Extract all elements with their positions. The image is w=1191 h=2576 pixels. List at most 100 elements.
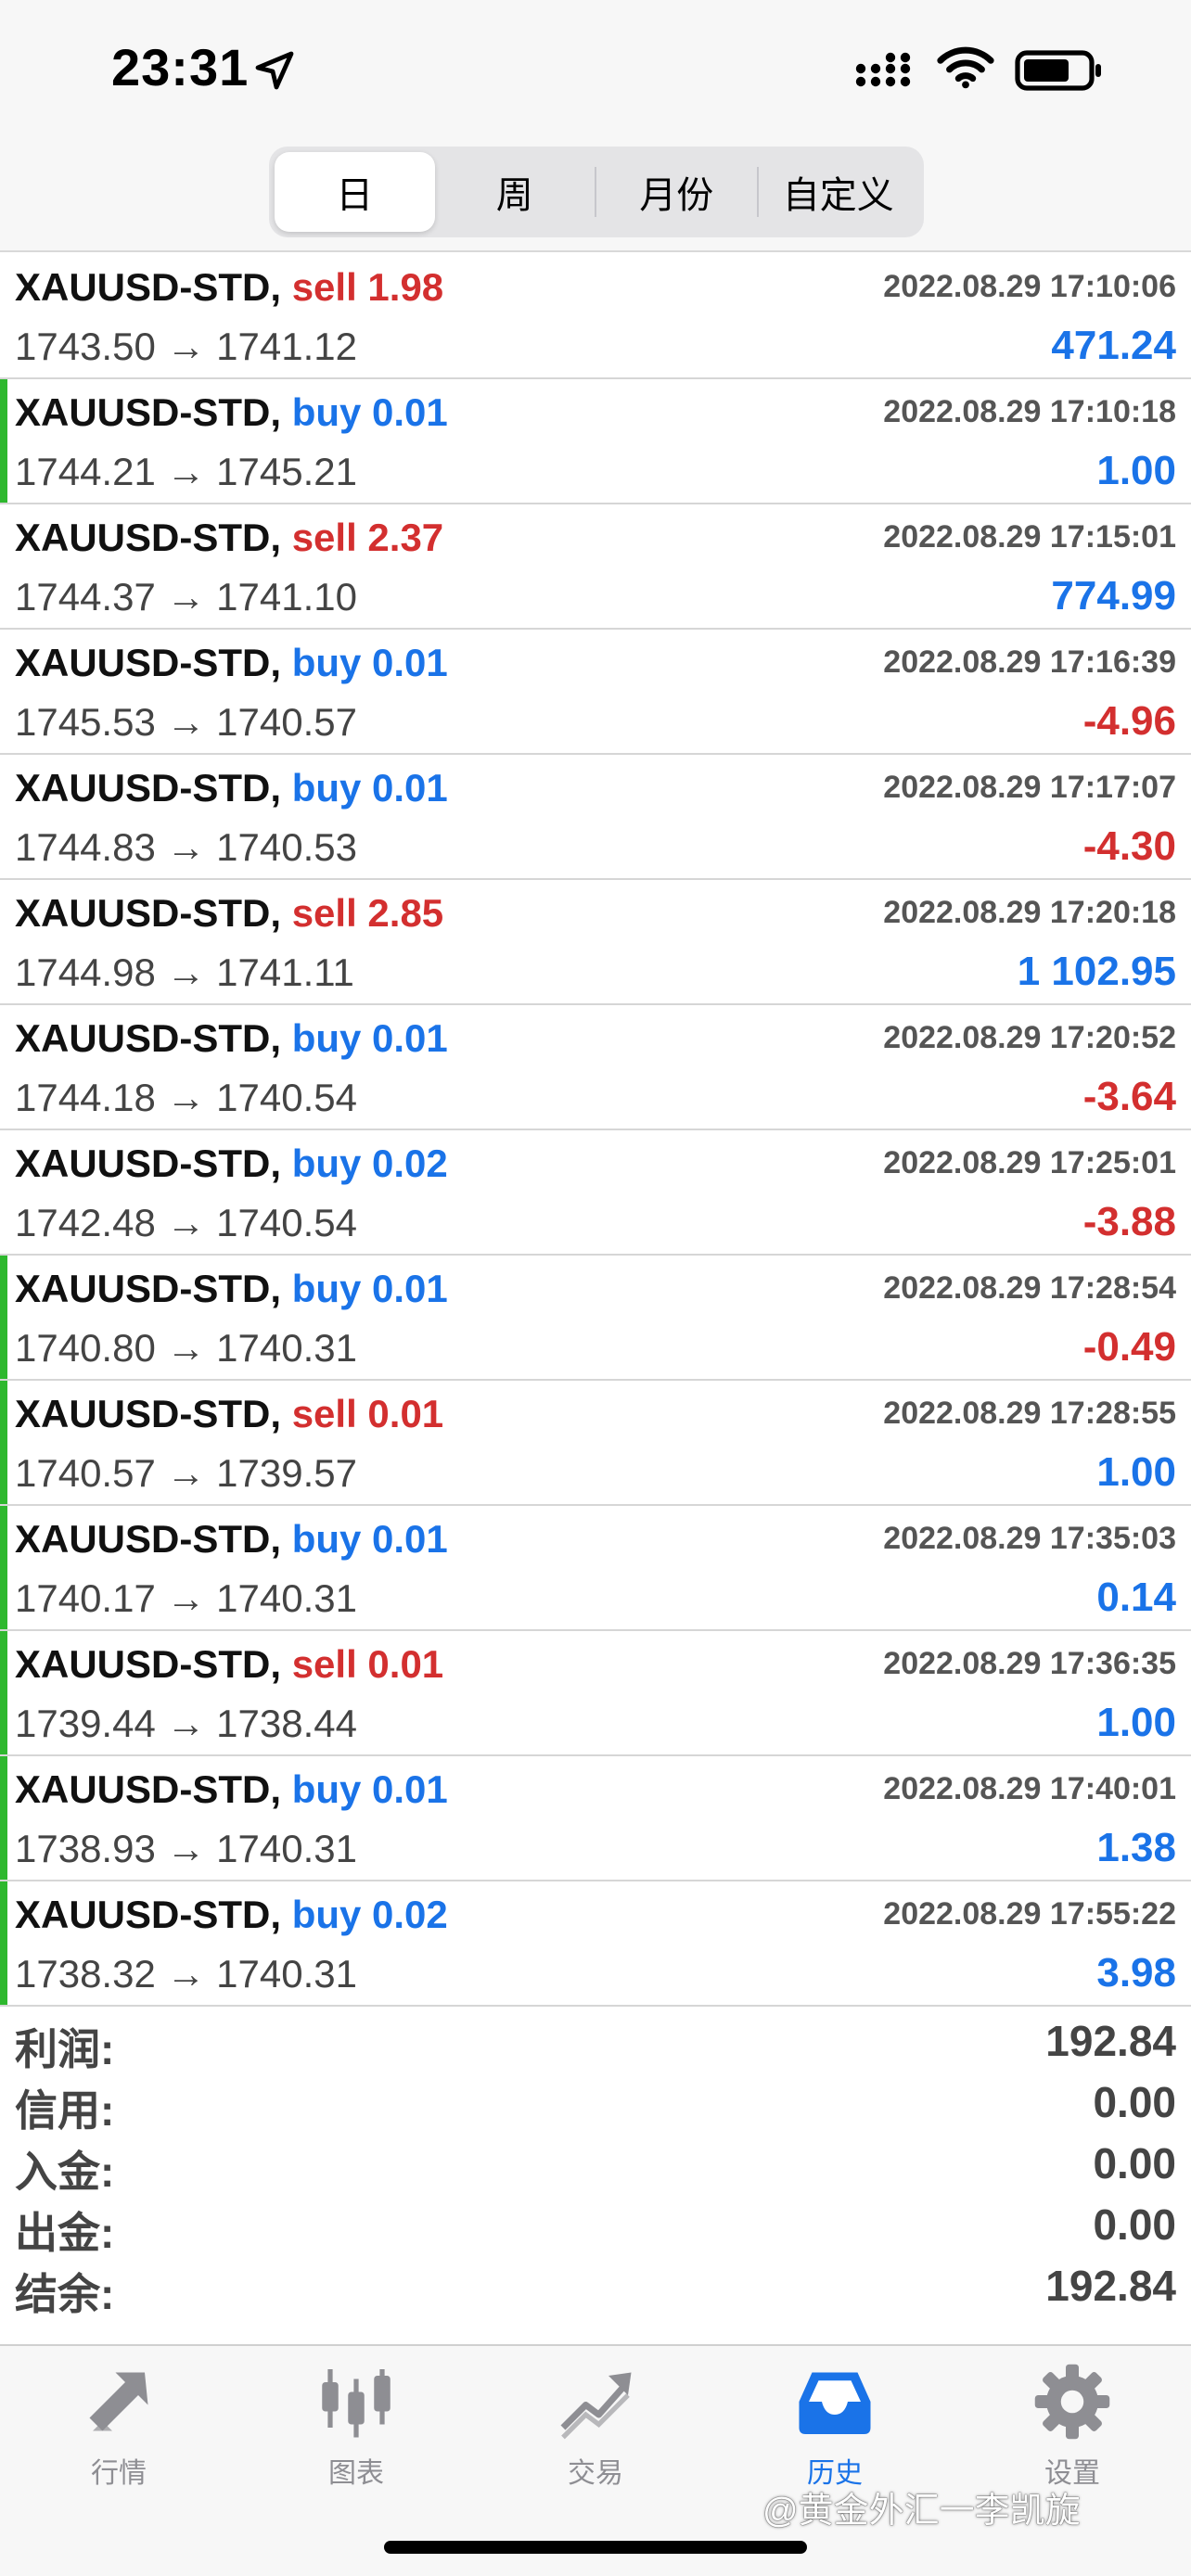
deal-time: 2022.08.29 17:36:35	[883, 1646, 1176, 1681]
deal-time: 2022.08.29 17:55:22	[883, 1896, 1176, 1932]
deal-prices: 1744.98 → 1741.11	[15, 950, 354, 994]
deal-profit: 774.99	[1051, 573, 1176, 618]
tab-quotes[interactable]: 行情	[45, 2363, 193, 2511]
tab-label: 交易	[568, 2458, 623, 2489]
deal-side: buy	[291, 390, 362, 434]
history-inbox-icon	[799, 2372, 871, 2434]
deal-row[interactable]: XAUUSD-STD, sell 0.01 2022.08.29 17:28:55…	[0, 1381, 1191, 1506]
deal-row[interactable]: XAUUSD-STD, sell 1.98 2022.08.29 17:10:06…	[0, 254, 1191, 379]
deal-symbol: XAUUSD-STD,	[15, 891, 282, 935]
summary-value: 0.00	[1093, 2139, 1176, 2187]
deal-title: XAUUSD-STD, buy 0.02	[15, 1141, 448, 1186]
deal-row[interactable]: XAUUSD-STD, sell 2.37 2022.08.29 17:15:01…	[0, 504, 1191, 630]
deal-prices: 1744.21 → 1745.21	[15, 450, 357, 493]
deal-time: 2022.08.29 17:16:39	[883, 644, 1176, 680]
summary-row-balance: 结余: 192.84	[0, 2253, 1191, 2318]
deal-row[interactable]: XAUUSD-STD, buy 0.01 2022.08.29 17:20:52 1…	[0, 1005, 1191, 1130]
deal-side: buy	[291, 1767, 362, 1811]
summary-value: 192.84	[1045, 2262, 1176, 2310]
active-marker-bar	[0, 1256, 7, 1379]
deal-title: XAUUSD-STD, buy 0.01	[15, 1267, 448, 1311]
summary-label: 结余:	[15, 2270, 115, 2318]
deal-time: 2022.08.29 17:10:06	[883, 269, 1176, 304]
deal-history-list: XAUUSD-STD, sell 1.98 2022.08.29 17:10:06…	[0, 254, 1191, 2007]
deal-side: buy	[291, 1267, 362, 1310]
deal-profit: -4.96	[1082, 698, 1176, 744]
deal-volume: 2.37	[367, 516, 444, 559]
deal-row[interactable]: XAUUSD-STD, sell 2.85 2022.08.29 17:20:18…	[0, 880, 1191, 1005]
deal-row[interactable]: XAUUSD-STD, buy 0.01 2022.08.29 17:10:18 1…	[0, 379, 1191, 504]
active-marker-bar	[0, 1506, 7, 1629]
active-marker-bar	[0, 379, 7, 503]
deal-title: XAUUSD-STD, sell 2.85	[15, 891, 443, 936]
deal-symbol: XAUUSD-STD,	[15, 1267, 282, 1310]
summary-row-deposit: 入金: 0.00	[0, 2131, 1191, 2196]
deal-time: 2022.08.29 17:25:01	[883, 1145, 1176, 1180]
wifi-icon	[937, 46, 994, 89]
deal-row[interactable]: XAUUSD-STD, buy 0.02 2022.08.29 17:25:01 1…	[0, 1130, 1191, 1256]
deal-side: buy	[291, 641, 362, 684]
status-bar: 23:31	[0, 0, 1191, 139]
deal-title: XAUUSD-STD, sell 1.98	[15, 265, 443, 310]
tab-chart[interactable]: 图表	[282, 2363, 430, 2511]
deal-symbol: XAUUSD-STD,	[15, 1141, 282, 1185]
period-selector-bar: 日 周 月份 自定义	[0, 139, 1191, 252]
cellular-signal-icon	[855, 52, 911, 87]
deal-side: buy	[291, 1517, 362, 1561]
deal-title: XAUUSD-STD, sell 0.01	[15, 1642, 443, 1687]
deal-title: XAUUSD-STD, buy 0.01	[15, 1767, 448, 1812]
period-tab-week[interactable]: 周	[435, 152, 596, 232]
deal-side: buy	[291, 1016, 362, 1060]
status-time: 23:31	[111, 38, 250, 96]
active-marker-bar	[0, 1381, 7, 1504]
deal-side: sell	[291, 1642, 357, 1686]
deal-volume: 0.01	[372, 390, 448, 434]
deal-profit: 3.98	[1096, 1950, 1176, 1996]
deal-prices: 1738.32 → 1740.31	[15, 1952, 357, 1996]
deal-volume: 0.01	[372, 1267, 448, 1310]
deal-prices: 1742.48 → 1740.54	[15, 1201, 357, 1244]
deal-symbol: XAUUSD-STD,	[15, 1016, 282, 1060]
deal-symbol: XAUUSD-STD,	[15, 516, 282, 559]
deal-row[interactable]: XAUUSD-STD, sell 0.01 2022.08.29 17:36:35…	[0, 1631, 1191, 1756]
deal-profit: 471.24	[1051, 323, 1176, 368]
deal-row[interactable]: XAUUSD-STD, buy 0.01 2022.08.29 17:40:01 1…	[0, 1756, 1191, 1881]
deal-side: sell	[291, 891, 357, 935]
deal-prices: 1744.18 → 1740.54	[15, 1076, 357, 1119]
deal-profit: 1 102.95	[1017, 949, 1176, 994]
deal-prices: 1739.44 → 1738.44	[15, 1702, 357, 1745]
deal-row[interactable]: XAUUSD-STD, buy 0.01 2022.08.29 17:16:39 1…	[0, 630, 1191, 755]
deal-volume: 2.85	[367, 891, 444, 935]
home-indicator[interactable]	[384, 2541, 807, 2554]
period-tab-day[interactable]: 日	[275, 152, 435, 232]
deal-volume: 0.01	[367, 1392, 444, 1435]
summary-label: 出金:	[15, 2209, 115, 2257]
deal-profit: 1.38	[1096, 1825, 1176, 1870]
deal-side: sell	[291, 1392, 357, 1435]
deal-profit: -3.64	[1082, 1074, 1176, 1119]
deal-title: XAUUSD-STD, buy 0.01	[15, 766, 448, 810]
period-tab-custom[interactable]: 自定义	[759, 152, 919, 232]
summary-row-profit: 利润: 192.84	[0, 2009, 1191, 2073]
summary-value: 192.84	[1045, 2017, 1176, 2065]
deal-row[interactable]: XAUUSD-STD, buy 0.02 2022.08.29 17:55:22 1…	[0, 1881, 1191, 2007]
deal-row[interactable]: XAUUSD-STD, buy 0.01 2022.08.29 17:28:54 1…	[0, 1256, 1191, 1381]
tab-trade[interactable]: 交易	[521, 2363, 670, 2511]
trade-trend-icon	[560, 2372, 632, 2440]
deal-row[interactable]: XAUUSD-STD, buy 0.01 2022.08.29 17:17:07 1…	[0, 755, 1191, 880]
deal-row[interactable]: XAUUSD-STD, buy 0.01 2022.08.29 17:35:03 1…	[0, 1506, 1191, 1631]
deal-title: XAUUSD-STD, sell 2.37	[15, 516, 443, 560]
deal-volume: 0.02	[372, 1893, 448, 1936]
deal-symbol: XAUUSD-STD,	[15, 1893, 282, 1936]
period-tab-month[interactable]: 月份	[596, 152, 757, 232]
deal-time: 2022.08.29 17:28:55	[883, 1396, 1176, 1431]
deal-title: XAUUSD-STD, buy 0.02	[15, 1893, 448, 1937]
deal-volume: 0.01	[372, 766, 448, 810]
deal-title: XAUUSD-STD, sell 0.01	[15, 1392, 443, 1436]
deal-side: sell	[291, 265, 357, 309]
deal-side: buy	[291, 766, 362, 810]
deal-time: 2022.08.29 17:15:01	[883, 519, 1176, 555]
deal-time: 2022.08.29 17:10:18	[883, 394, 1176, 429]
deal-symbol: XAUUSD-STD,	[15, 390, 282, 434]
active-marker-bar	[0, 1756, 7, 1880]
